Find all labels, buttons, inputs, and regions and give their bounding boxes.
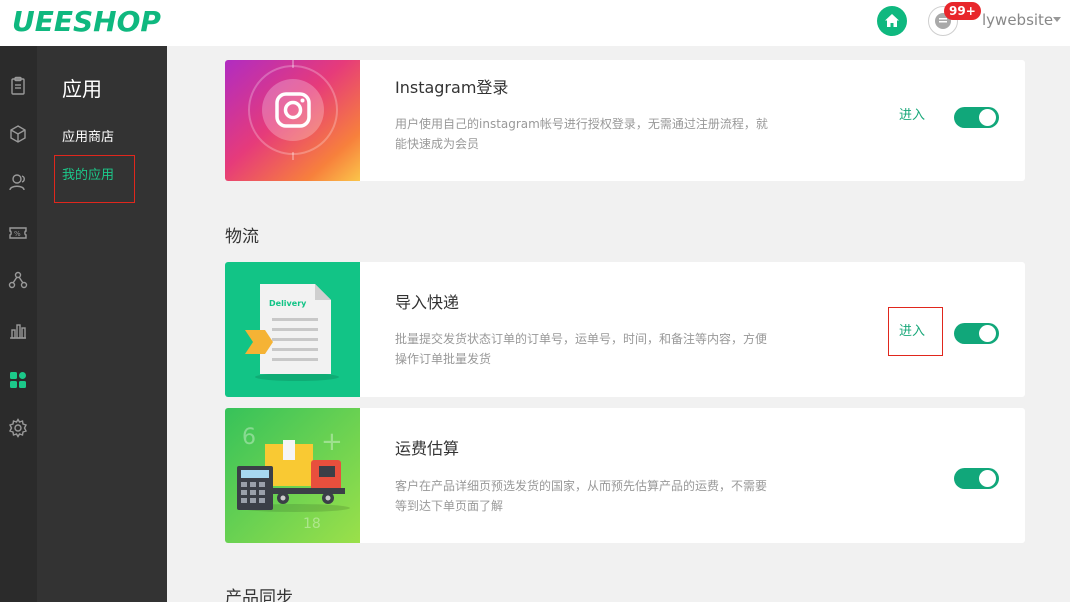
username[interactable]: lywebsite [982,10,1053,30]
section-title-product-sync: 产品同步 [225,588,293,602]
discount-icon[interactable]: % [6,221,30,245]
apps-icon[interactable] [6,368,30,392]
instagram-image [225,60,360,181]
highlight-box [888,307,943,356]
stats-icon[interactable] [6,318,30,342]
highlight-box [54,155,135,203]
sidebar-item-app-store[interactable]: 应用商店 [62,129,114,147]
products-icon[interactable] [6,122,30,146]
channels-icon[interactable] [6,268,30,292]
app-description: 批量提交发货状态订单的订单号，运单号，时间，和备注等内容，方便操作订单批量发货 [395,332,768,366]
svg-text:%: % [14,230,21,238]
enable-toggle[interactable] [954,107,999,128]
app-title: 导入快递 [395,293,460,312]
top-bar: UEESHOP 99+ lywebsite [0,0,1070,46]
logo[interactable]: UEESHOP [12,4,161,40]
notification-badge: 99+ [944,2,981,20]
home-icon [885,14,899,27]
enable-toggle[interactable] [954,323,999,344]
enable-toggle[interactable] [954,468,999,489]
app-title: Instagram登录 [395,78,509,97]
settings-icon[interactable] [6,416,30,440]
caret-down-icon[interactable] [1053,17,1061,22]
app-card-import-express: Delivery 导入快递 批量提交发货状态订单的订单号，运单号，时间，和备注等… [225,262,1025,397]
sub-sidebar: 应用 应用商店 我的应用 [37,46,167,602]
section-title-logistics: 物流 [225,227,259,247]
sidebar-title: 应用 [62,77,102,101]
app-description: 用户使用自己的instagram帐号进行授权登录，无需通过注册流程，就能快速成为… [395,117,768,151]
app-card-instagram: Instagram登录 用户使用自己的instagram帐号进行授权登录，无需通… [225,60,1025,181]
orders-icon[interactable] [6,74,30,98]
svg-text:6: 6 [242,425,256,450]
enter-link[interactable]: 进入 [899,107,925,125]
shipping-image: 6 + 18 [225,408,360,543]
users-icon[interactable] [6,170,30,194]
home-button[interactable] [877,6,907,36]
app-card-shipping-estimate: 6 + 18 运费估算 客户在产品详细页预选发货的国家，从而预先估算产品的运费，… [225,408,1025,543]
icon-rail: % [0,46,37,602]
svg-text:18: 18 [303,516,321,532]
delivery-image [225,262,360,397]
app-description: 客户在产品详细页预选发货的国家，从而预先估算产品的运费，不需要等到达下单页面了解 [395,479,768,513]
delivery-image-label: Delivery [269,299,307,308]
svg-text:+: + [321,427,343,457]
app-title: 运费估算 [395,439,460,458]
